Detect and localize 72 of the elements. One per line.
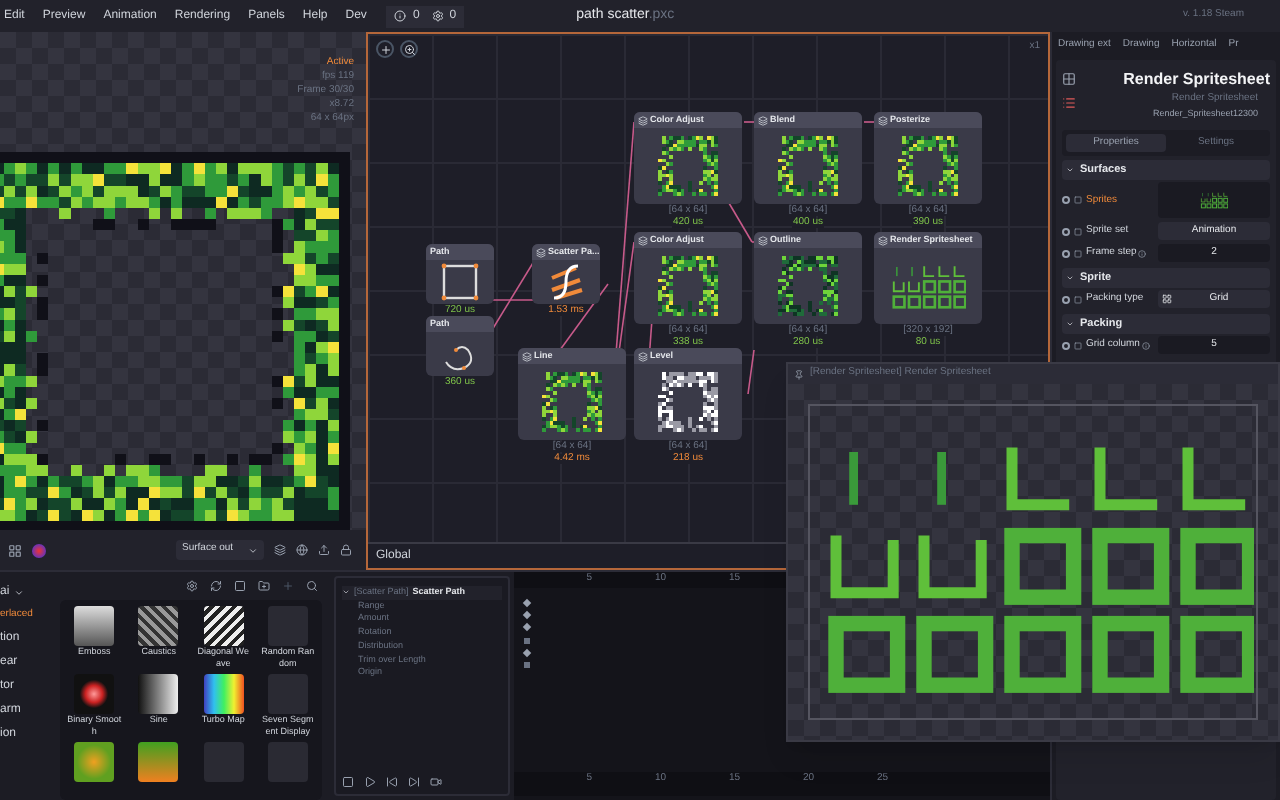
grid-icon[interactable]: [1062, 72, 1076, 86]
zoom-button[interactable]: [400, 40, 418, 58]
preset-thumbnail[interactable]: [74, 742, 115, 782]
layers-icon: [878, 235, 888, 245]
spritesheet-thumbnail: [1200, 190, 1228, 211]
chevron-down-icon: [248, 545, 258, 555]
foliage-thumbnail: [778, 256, 838, 316]
export-icon[interactable]: [318, 544, 330, 556]
play-button[interactable]: [364, 776, 376, 788]
spritesheet-thumbnail: [890, 260, 966, 312]
plus-icon: [379, 43, 391, 55]
refresh-icon[interactable]: [210, 580, 222, 592]
foliage-thumbnail: [542, 372, 602, 432]
connection-line: [743, 121, 755, 123]
foliage-thumbnail: [658, 256, 718, 316]
grid-icon: [1162, 294, 1172, 305]
layers-icon: [536, 247, 546, 257]
preset-thumbnail[interactable]: [74, 606, 115, 646]
animate-toggle-icon[interactable]: [1074, 227, 1082, 236]
connection-toggle-icon[interactable]: [1062, 249, 1070, 258]
foliage-thumbnail: [898, 136, 958, 196]
connection-line: [747, 349, 755, 395]
layers-icon: [878, 115, 888, 125]
preset-thumbnail[interactable]: [203, 606, 244, 646]
square-path-icon: [440, 262, 480, 302]
search-icon[interactable]: [306, 580, 318, 592]
preset-thumbnail[interactable]: [138, 674, 179, 714]
layers-icon: [638, 351, 648, 361]
scatter-curve-icon: [546, 262, 586, 302]
layers-icon: [638, 115, 648, 125]
add-node-button[interactable]: [376, 40, 394, 58]
connection-line: [863, 121, 875, 123]
skip-forward-button[interactable]: [408, 776, 420, 788]
info-icon: [1138, 249, 1147, 258]
node-name-heading: Render Spritesheet: [1123, 68, 1270, 92]
layers-icon[interactable]: [274, 544, 286, 556]
foliage-thumbnail: [658, 136, 718, 196]
skip-back-button[interactable]: [386, 776, 398, 788]
record-button[interactable]: [430, 776, 442, 788]
grid-icon[interactable]: [8, 543, 22, 557]
animate-toggle-icon[interactable]: [1074, 341, 1082, 350]
keyframe-square-icon[interactable]: [524, 637, 530, 644]
info-icon: [1141, 341, 1150, 350]
animate-toggle-icon[interactable]: [1074, 295, 1082, 304]
layers-icon: [638, 235, 648, 245]
preset-thumbnail[interactable]: [203, 674, 244, 714]
new-window-icon[interactable]: [234, 580, 246, 592]
animate-toggle-icon[interactable]: [1074, 249, 1082, 258]
color-channels-icon[interactable]: [32, 543, 46, 557]
settings-icon[interactable]: [186, 580, 198, 592]
pin-icon[interactable]: [794, 369, 804, 379]
connection-toggle-icon[interactable]: [1062, 227, 1070, 236]
foliage-thumbnail: [658, 372, 718, 432]
stop-button[interactable]: [342, 776, 354, 788]
zoom-icon: [403, 43, 415, 55]
globe-icon[interactable]: [296, 544, 308, 556]
layers-icon: [758, 235, 768, 245]
foliage-thumbnail: [778, 136, 838, 196]
list-icon[interactable]: [1062, 96, 1076, 110]
layers-icon: [522, 351, 532, 361]
preset-thumbnail[interactable]: [74, 674, 115, 714]
connection-toggle-icon[interactable]: [1062, 196, 1070, 205]
animate-toggle-icon[interactable]: [1074, 196, 1082, 205]
layers-icon: [758, 115, 768, 125]
connection-toggle-icon[interactable]: [1062, 341, 1070, 350]
preset-thumbnail[interactable]: [138, 606, 179, 646]
preset-thumbnail[interactable]: [138, 742, 179, 782]
add-folder-icon[interactable]: [258, 580, 270, 592]
lock-icon[interactable]: [340, 544, 352, 556]
keyframe-square-icon[interactable]: [524, 661, 530, 668]
connection-toggle-icon[interactable]: [1062, 295, 1070, 304]
chevron-down-icon: [13, 588, 24, 598]
